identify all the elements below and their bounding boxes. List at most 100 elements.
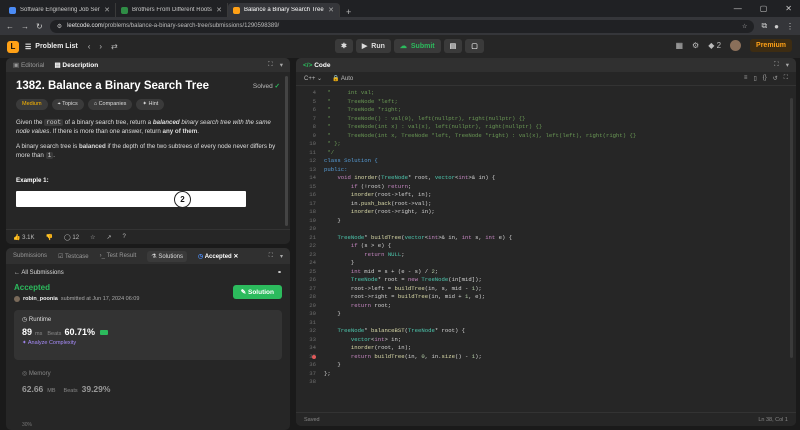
editor-scrollbar[interactable] [790, 98, 793, 358]
like-button[interactable]: 👍 3.1K [13, 234, 35, 241]
profile-icon[interactable]: ● [774, 22, 779, 31]
lock-icon: ⌂ [93, 101, 98, 107]
braces-icon[interactable]: {} [763, 75, 767, 82]
leetcode-navbar: L ☰ Problem List ‹ › ⇄ ✱ ▶ Run ☁ Submit ▤ … [0, 35, 800, 58]
list-icon: ☰ [25, 43, 32, 51]
language-select[interactable]: C++ ⌄ [304, 75, 322, 82]
problem-statement: Given the root of a binary search tree, … [16, 119, 271, 135]
problem-list-button[interactable]: ☰ Problem List [25, 43, 78, 51]
tab-testcase[interactable]: ☑ Testcase [58, 253, 89, 260]
shuffle-icon[interactable]: ⇄ [111, 42, 118, 51]
debug-button[interactable]: ✱ [335, 39, 353, 53]
feedback-button[interactable]: ▢ [465, 39, 484, 53]
tab-submissions[interactable]: Submissions [13, 253, 47, 259]
notes-button[interactable]: ▤ [443, 39, 463, 53]
url-field[interactable]: ⚙ leetcode.com/problems/balance-a-binary… [49, 19, 755, 33]
submit-button[interactable]: ☁ Submit [393, 39, 441, 53]
menu-icon[interactable]: ⋮ [786, 22, 794, 31]
description-footer: 👍 3.1K 👎 ◯ 12 ☆ ↗ ? [6, 229, 290, 244]
leetcode-logo-icon[interactable]: L [7, 40, 19, 53]
layout-icon[interactable]: ▦ [675, 41, 683, 50]
tab-test-result[interactable]: ›_ Test Result [100, 253, 137, 259]
run-button[interactable]: ▶ Run [355, 39, 391, 53]
close-window-icon[interactable]: ✕ [785, 4, 792, 13]
runtime-label: Runtime [28, 317, 52, 323]
extensions-icon[interactable]: ⧉ [761, 21, 767, 31]
tab-accepted[interactable]: ◷ Accepted ✕ [198, 253, 238, 260]
runtime-card[interactable]: ◷ Runtime 89 ms Beats 60.71% ✦ Analyze C… [14, 310, 282, 360]
tab-solutions[interactable]: ⚗ Solutions [147, 250, 187, 262]
share-icon[interactable]: ↗ [106, 234, 111, 241]
code-line: 38 [309, 378, 316, 385]
tree-node: 2 [174, 191, 191, 208]
browser-tab-active[interactable]: Balance a Binary Search Tree - ✕ [228, 3, 340, 17]
help-icon[interactable]: ? [122, 234, 125, 240]
bookmark-icon[interactable]: ▯ [753, 75, 756, 82]
code-line: 5 * TreeNode *left; [312, 97, 398, 105]
run-label: Run [371, 42, 385, 50]
tab-editorial[interactable]: ▣ Editorial [13, 61, 44, 69]
companies-tag[interactable]: ⌂ Companies [87, 99, 133, 110]
comments-button[interactable]: ◯ 12 [64, 234, 79, 241]
premium-button[interactable]: Premium [750, 39, 792, 52]
memory-label: Memory [28, 371, 51, 377]
description-scrollbar[interactable] [285, 76, 288, 226]
code-line: 32 TreeNode* balanceBST(TreeNode* root) … [309, 327, 466, 334]
browser-tab[interactable]: Software Engineering Job Seri... ✕ [4, 3, 116, 17]
maximize-icon[interactable]: ▢ [760, 4, 768, 13]
back-icon[interactable]: ← [6, 22, 14, 31]
fullscreen-icon[interactable]: ⛶ [784, 75, 788, 82]
dislike-icon[interactable]: 👎 [46, 234, 53, 241]
forward-icon[interactable]: → [21, 22, 29, 31]
collapse-panel-icon[interactable]: ▾ [280, 61, 283, 69]
tab-description[interactable]: ▤ Description [54, 61, 98, 69]
format-icon[interactable]: ≡ [744, 75, 748, 82]
tab-favicon-icon [9, 6, 16, 14]
avatar[interactable] [730, 40, 742, 51]
code-line: 33 vector<int> in; [309, 335, 402, 343]
bookmark-star-icon[interactable]: ☆ [742, 23, 747, 30]
close-tab-icon[interactable]: ✕ [104, 6, 110, 14]
new-tab-button[interactable]: + [340, 7, 357, 17]
close-tab-icon[interactable]: ✕ [233, 254, 238, 260]
settings-icon[interactable]: ⚙ [692, 41, 699, 50]
reload-icon[interactable]: ↻ [36, 22, 43, 31]
maximize-panel-icon[interactable]: ⛶ [774, 61, 779, 69]
maximize-panel-icon[interactable]: ⛶ [268, 61, 273, 69]
memory-section[interactable]: ◎ Memory 62.66 MB Beats 39.29% [6, 360, 290, 394]
username[interactable]: robin_poonia [23, 296, 58, 302]
prev-problem-icon[interactable]: ‹ [88, 42, 91, 51]
browser-tab[interactable]: Brothers From Different Roots ✕ [116, 3, 228, 17]
collapse-panel-icon[interactable]: ▾ [786, 61, 789, 69]
tab-editorial-label: Editorial [20, 62, 45, 69]
streak-counter[interactable]: ◆ 2 [708, 41, 721, 50]
link-icon[interactable]: ⚭ [277, 269, 282, 276]
reset-icon[interactable]: ↺ [773, 75, 778, 82]
close-tab-icon[interactable]: ✕ [328, 6, 334, 14]
tab-favicon-icon [233, 6, 240, 14]
hint-tag[interactable]: ✦ Hint [136, 99, 165, 110]
site-info-icon[interactable]: ⚙ [57, 23, 62, 30]
maximize-panel-icon[interactable]: ⛶ [269, 253, 273, 260]
solution-button[interactable]: ✎ Solution [232, 285, 282, 299]
all-submissions-link[interactable]: ← All Submissions [14, 270, 64, 276]
comment-count: 12 [72, 234, 80, 241]
code-area[interactable]: 4 * int val; 5 * TreeNode *left; 6 * Tre… [296, 86, 796, 387]
auto-toggle[interactable]: 🔒 Auto [332, 75, 353, 82]
code-tab[interactable]: </> Code [303, 62, 330, 69]
close-tab-icon[interactable]: ✕ [216, 6, 222, 14]
code-panel-header: </> Code ⛶ ▾ [296, 58, 796, 72]
analyze-complexity-link[interactable]: ✦ Analyze Complexity [22, 340, 274, 346]
collapse-panel-icon[interactable]: ▾ [280, 253, 283, 260]
breakpoint-icon[interactable] [312, 354, 316, 359]
chevron-down-icon: ⌄ [317, 76, 323, 82]
star-icon[interactable]: ☆ [90, 234, 95, 241]
runtime-beats: 60.71% [64, 327, 95, 337]
difficulty-badge[interactable]: Medium [16, 99, 48, 110]
address-bar-row: ← → ↻ ⚙ leetcode.com/problems/balance-a-… [0, 17, 800, 35]
topics-tag[interactable]: ⌖ Topics [51, 99, 84, 110]
check-circle-icon: ✓ [274, 83, 280, 90]
tab-accepted-label: Accepted [204, 253, 232, 260]
minimize-icon[interactable]: — [734, 4, 742, 13]
next-problem-icon[interactable]: › [99, 42, 102, 51]
